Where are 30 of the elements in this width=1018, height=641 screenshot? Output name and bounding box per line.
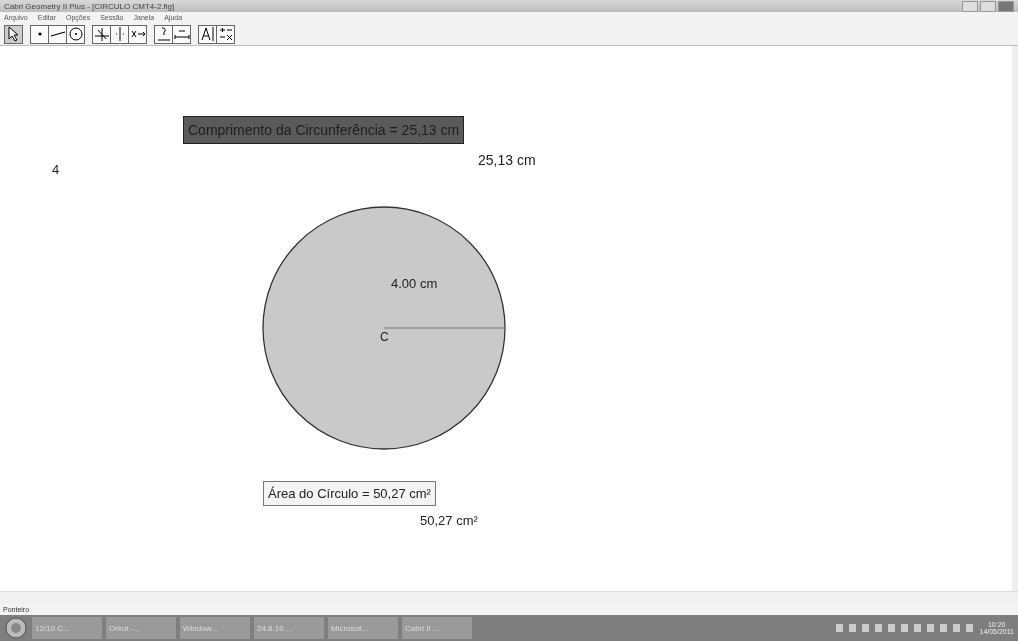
- horizontal-scrollbar[interactable]: [0, 591, 1018, 604]
- window-title: Cabri Geometry II Plus - [CIRCULO CMT4-2.fig]: [4, 1, 175, 11]
- query-tool-button[interactable]: [154, 24, 173, 44]
- close-button[interactable]: [998, 0, 1014, 12]
- point-tool-button[interactable]: [30, 24, 49, 44]
- text-tool-button[interactable]: [198, 24, 217, 44]
- number-label: 4: [52, 162, 60, 177]
- perpendicular-tool-button[interactable]: [92, 24, 111, 44]
- line-tool-button[interactable]: [48, 24, 67, 44]
- measure-tool-button[interactable]: [172, 24, 191, 44]
- calculator-tool-button[interactable]: [216, 24, 235, 44]
- calculator-icon: [217, 25, 234, 43]
- circumference-label: Comprimento da Circunferência = 25,13 cm: [183, 116, 465, 144]
- maximize-button[interactable]: [980, 0, 996, 12]
- circle-tool-button[interactable]: [66, 24, 85, 44]
- perpendicular-icon: [93, 25, 110, 43]
- area-value: 50,27 cm²: [420, 513, 478, 528]
- start-button[interactable]: [4, 616, 28, 640]
- area-label: Área do Círculo = 50,27 cm²: [263, 481, 436, 506]
- query-icon: [155, 25, 172, 43]
- transform-tool-button[interactable]: [128, 24, 147, 44]
- symmetry-tool-button[interactable]: [110, 24, 129, 44]
- radius-label: 4.00 cm: [391, 276, 438, 291]
- circumference-value: 25,13 cm: [478, 152, 536, 168]
- point-icon: [37, 32, 42, 36]
- pointer-tool-button[interactable]: [4, 24, 23, 44]
- text-icon: [199, 25, 216, 43]
- minimize-button[interactable]: [962, 0, 978, 12]
- center-point-label: C: [380, 330, 389, 344]
- circle-icon: [67, 25, 84, 43]
